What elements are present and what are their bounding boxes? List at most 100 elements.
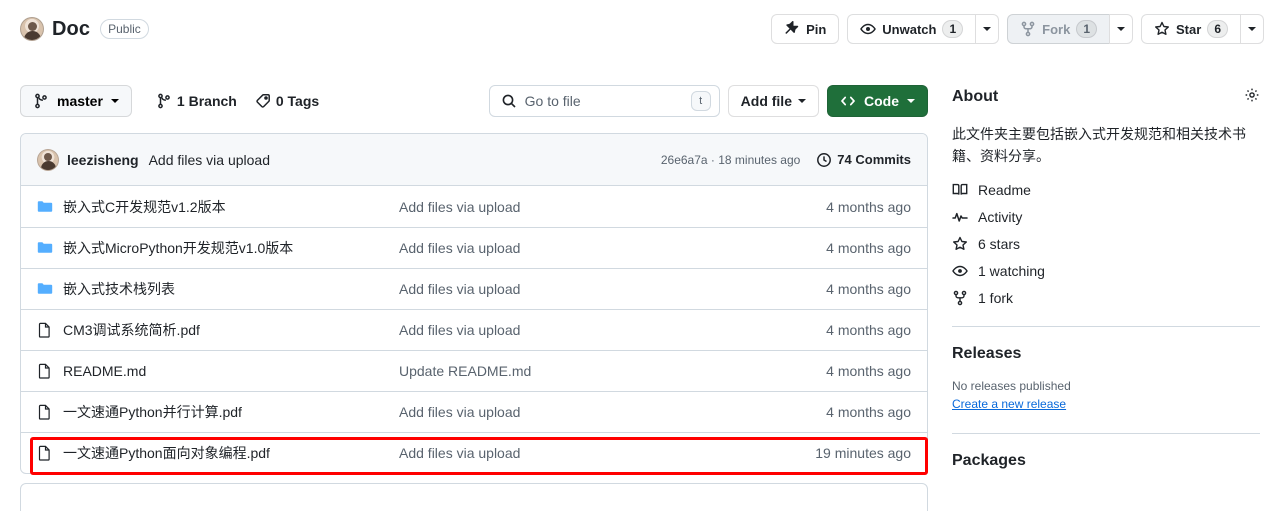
owner-avatar[interactable] bbox=[20, 17, 44, 41]
file-commit-message[interactable]: Add files via upload bbox=[399, 322, 826, 338]
tags-count[interactable]: 0 Tags bbox=[255, 93, 319, 109]
packages-title: Packages bbox=[952, 452, 1260, 470]
about-link-activity[interactable]: Activity bbox=[952, 209, 1260, 225]
file-name-cell: 嵌入式C开发规范v1.2版本 bbox=[37, 197, 399, 217]
table-row[interactable]: 嵌入式技术栈列表Add files via upload4 months ago bbox=[21, 268, 927, 309]
fork-dropdown-button[interactable] bbox=[1109, 14, 1133, 44]
star-count: 6 bbox=[1207, 20, 1228, 38]
file-commit-time: 4 months ago bbox=[826, 363, 911, 379]
branch-selector[interactable]: master bbox=[20, 85, 132, 117]
file-commit-message[interactable]: Add files via upload bbox=[399, 281, 826, 297]
branch-name: master bbox=[57, 93, 103, 109]
about-sidebar: About 此文件夹主要包括嵌入式开发规范和相关技术书籍、资料分享。 Readm… bbox=[952, 84, 1260, 470]
folder-icon bbox=[37, 240, 53, 256]
about-link-label: Activity bbox=[978, 209, 1022, 225]
fork-button-group: Fork 1 bbox=[1007, 14, 1133, 44]
code-label: Code bbox=[864, 93, 899, 109]
file-name-link[interactable]: 嵌入式技术栈列表 bbox=[63, 279, 175, 299]
go-to-file-input[interactable]: Go to file t bbox=[489, 85, 720, 117]
file-name-link[interactable]: 嵌入式C开发规范v1.2版本 bbox=[63, 197, 226, 217]
latest-commit-bar: leezisheng Add files via upload 26e6a7a … bbox=[21, 134, 927, 186]
about-link-6-stars[interactable]: 6 stars bbox=[952, 236, 1260, 252]
about-link-label: 1 fork bbox=[978, 290, 1013, 306]
pin-label: Pin bbox=[806, 22, 826, 37]
file-name-link[interactable]: README.md bbox=[63, 363, 146, 379]
releases-title: Releases bbox=[952, 345, 1260, 363]
unwatch-dropdown-button[interactable] bbox=[975, 14, 999, 44]
branches-count[interactable]: 1 Branch bbox=[156, 93, 237, 109]
tags-label: 0 Tags bbox=[276, 93, 319, 109]
chevron-down-icon bbox=[798, 99, 806, 103]
file-name-link[interactable]: CM3调试系统简析.pdf bbox=[63, 320, 200, 340]
eye-icon bbox=[860, 21, 876, 37]
file-name-cell: 一文速通Python面向对象编程.pdf bbox=[37, 443, 399, 463]
about-links: Readme Activity 6 stars 1 watching 1 fork bbox=[952, 182, 1260, 306]
file-commit-time: 4 months ago bbox=[826, 322, 911, 338]
file-name-link[interactable]: 嵌入式MicroPython开发规范v1.0版本 bbox=[63, 238, 293, 258]
file-commit-message[interactable]: Add files via upload bbox=[399, 240, 826, 256]
file-commit-message[interactable]: Update README.md bbox=[399, 363, 826, 379]
book-icon bbox=[952, 182, 968, 198]
toolbar-right-group: Go to file t Add file Code bbox=[489, 85, 928, 117]
star-button[interactable]: Star 6 bbox=[1141, 14, 1240, 44]
file-commit-time: 4 months ago bbox=[826, 240, 911, 256]
folder-icon bbox=[37, 281, 53, 297]
repo-actions: Pin Unwatch 1 bbox=[771, 14, 1264, 44]
unwatch-button[interactable]: Unwatch 1 bbox=[847, 14, 975, 44]
fork-icon bbox=[1020, 21, 1036, 37]
unwatch-button-group: Unwatch 1 bbox=[847, 14, 999, 44]
chevron-down-icon bbox=[1117, 27, 1125, 31]
releases-body: No releases published Create a new relea… bbox=[952, 377, 1260, 413]
pulse-icon bbox=[952, 209, 968, 225]
file-name-link[interactable]: 一文速通Python面向对象编程.pdf bbox=[63, 443, 270, 463]
chevron-down-icon bbox=[1248, 27, 1256, 31]
file-icon bbox=[37, 363, 53, 379]
about-link-readme[interactable]: Readme bbox=[952, 182, 1260, 198]
create-release-link[interactable]: Create a new release bbox=[952, 397, 1066, 411]
file-name-link[interactable]: 一文速通Python并行计算.pdf bbox=[63, 402, 242, 422]
gear-icon[interactable] bbox=[1244, 87, 1260, 108]
commit-author-name[interactable]: leezisheng bbox=[67, 152, 139, 168]
about-link-1-fork[interactable]: 1 fork bbox=[952, 290, 1260, 306]
commit-sha-and-time[interactable]: 26e6a7a · 18 minutes ago bbox=[661, 153, 800, 167]
github-repo-page: Doc Public Pin Unwatch 1 bbox=[0, 0, 1280, 511]
file-icon bbox=[37, 404, 53, 420]
file-commit-message[interactable]: Add files via upload bbox=[399, 445, 815, 461]
fork-count: 1 bbox=[1076, 20, 1097, 38]
file-rows: 嵌入式C开发规范v1.2版本Add files via upload4 mont… bbox=[21, 186, 927, 473]
table-row[interactable]: 嵌入式C开发规范v1.2版本 Add files via upload4 mont… bbox=[21, 186, 927, 227]
code-button[interactable]: Code bbox=[827, 85, 928, 117]
chevron-down-icon bbox=[983, 27, 991, 31]
star-dropdown-button[interactable] bbox=[1240, 14, 1264, 44]
file-icon bbox=[37, 322, 53, 338]
file-commit-time: 4 months ago bbox=[826, 199, 911, 215]
commit-message[interactable]: Add files via upload bbox=[149, 152, 270, 168]
add-file-button[interactable]: Add file bbox=[728, 85, 819, 117]
repo-name[interactable]: Doc bbox=[52, 18, 90, 41]
divider bbox=[952, 433, 1260, 434]
file-name-cell: CM3调试系统简析.pdf bbox=[37, 320, 399, 340]
commit-author-avatar[interactable] bbox=[37, 149, 59, 171]
pin-button[interactable]: Pin bbox=[771, 14, 839, 44]
chevron-down-icon bbox=[111, 99, 119, 103]
about-link-label: Readme bbox=[978, 182, 1031, 198]
branches-label: 1 Branch bbox=[177, 93, 237, 109]
about-link-1-watching[interactable]: 1 watching bbox=[952, 263, 1260, 279]
commits-count-link[interactable]: 74 Commits bbox=[816, 152, 911, 168]
file-commit-message[interactable]: Add files via upload bbox=[399, 404, 826, 420]
table-row[interactable]: 一文速通Python面向对象编程.pdf Add files via upload… bbox=[21, 432, 927, 473]
repo-title-group: Doc Public bbox=[20, 17, 149, 41]
readme-panel bbox=[20, 483, 928, 511]
file-name-cell: 嵌入式MicroPython开发规范v1.0版本 bbox=[37, 238, 399, 258]
divider bbox=[952, 326, 1260, 327]
file-table: leezisheng Add files via upload 26e6a7a … bbox=[20, 133, 928, 474]
table-row[interactable]: README.md Update README.md4 months ago bbox=[21, 350, 927, 391]
unwatch-count: 1 bbox=[942, 20, 963, 38]
fork-button[interactable]: Fork 1 bbox=[1007, 14, 1109, 44]
table-row[interactable]: 嵌入式MicroPython开发规范v1.0版本 Add files via up… bbox=[21, 227, 927, 268]
file-commit-message[interactable]: Add files via upload bbox=[399, 199, 826, 215]
table-row[interactable]: CM3调试系统简析.pdf Add files via upload4 month… bbox=[21, 309, 927, 350]
unwatch-label: Unwatch bbox=[882, 22, 936, 37]
star-icon bbox=[952, 236, 968, 252]
table-row[interactable]: 一文速通Python并行计算.pdfAdd files via upload4 … bbox=[21, 391, 927, 432]
